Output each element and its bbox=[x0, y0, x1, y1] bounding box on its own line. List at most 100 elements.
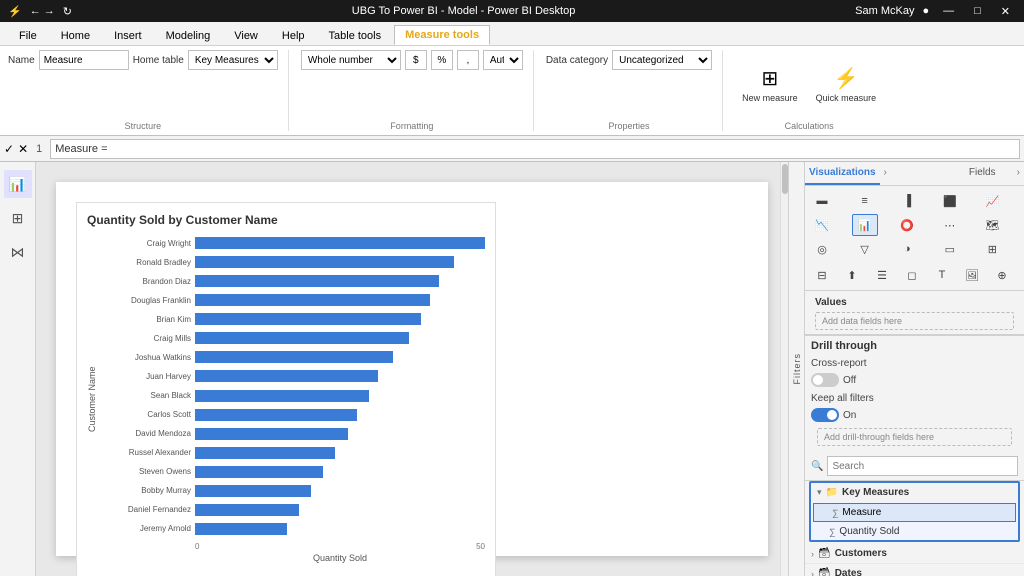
tab-view[interactable]: View bbox=[223, 26, 269, 45]
measure-item[interactable]: ∑ Measure bbox=[813, 503, 1016, 522]
bar-label: Craig Mills bbox=[101, 334, 191, 343]
format-type-select[interactable]: Whole number bbox=[301, 50, 401, 70]
tab-visualizations[interactable]: Visualizations bbox=[805, 162, 880, 185]
home-table-select[interactable]: Key Measures bbox=[188, 50, 278, 70]
viz-bar-selected[interactable]: 📊 bbox=[852, 214, 878, 236]
viz-area[interactable]: 📉 bbox=[809, 214, 835, 236]
comma-btn[interactable]: , bbox=[457, 50, 479, 70]
viz-stacked-bar[interactable]: ▬ bbox=[809, 190, 835, 212]
data-category-select[interactable]: Uncategorized bbox=[612, 50, 712, 70]
viz-image[interactable]: 🖼 bbox=[959, 264, 985, 286]
tab-table-tools[interactable]: Table tools bbox=[318, 26, 393, 45]
formula-checkmark[interactable]: ✓ bbox=[4, 142, 14, 156]
viz-donut[interactable]: ◎ bbox=[809, 238, 835, 260]
structure-controls: Name Home table Key Measures bbox=[8, 50, 278, 72]
viz-line[interactable]: 📈 bbox=[979, 190, 1005, 212]
bar-fill bbox=[195, 390, 369, 402]
nav-data-icon[interactable]: ⊞ bbox=[4, 204, 32, 232]
formatting-label: Formatting bbox=[301, 119, 523, 131]
dates-db-icon: 🗃 bbox=[818, 568, 831, 576]
chart-plot: Craig WrightRonald BradleyBrandon DiazDo… bbox=[101, 235, 485, 538]
bar-fill bbox=[195, 275, 439, 287]
tab-help[interactable]: Help bbox=[271, 26, 316, 45]
quantity-sold-item[interactable]: ∑ Quantity Sold bbox=[811, 523, 1018, 540]
canvas-scrollbar[interactable] bbox=[780, 162, 788, 576]
tab-measure-tools[interactable]: Measure tools bbox=[394, 25, 490, 45]
measure-name: Measure bbox=[842, 507, 881, 518]
formula-cross[interactable]: ✕ bbox=[18, 142, 28, 156]
decimal-select[interactable]: Auto bbox=[483, 50, 523, 70]
bar-bg bbox=[195, 256, 485, 268]
formula-input[interactable] bbox=[50, 139, 1020, 159]
keep-filters-label: Keep all filters bbox=[811, 393, 1018, 404]
name-input[interactable] bbox=[39, 50, 129, 70]
tab-modeling[interactable]: Modeling bbox=[155, 26, 222, 45]
viz-text[interactable]: T bbox=[929, 264, 955, 286]
nav-model-icon[interactable]: ⋈ bbox=[4, 238, 32, 266]
bar-label: Juan Harvey bbox=[101, 372, 191, 381]
fields-search-input[interactable] bbox=[827, 456, 1018, 476]
values-drop-zone[interactable]: Add data fields here bbox=[815, 312, 1014, 330]
viz-funnel[interactable]: ▽ bbox=[852, 238, 878, 260]
tab-home[interactable]: Home bbox=[50, 26, 101, 45]
tab-fields-label[interactable]: Fields bbox=[952, 162, 1013, 185]
bar-row: Brandon Diaz bbox=[101, 273, 485, 289]
ribbon-group-properties: Data category Uncategorized Properties bbox=[546, 50, 723, 131]
viz-gauge[interactable]: ◑ bbox=[894, 238, 920, 260]
fields-tab-arrow[interactable]: › bbox=[1013, 162, 1024, 185]
viz-clustered-col[interactable]: ⬛ bbox=[937, 190, 963, 212]
viz-shape[interactable]: ◻ bbox=[899, 264, 925, 286]
cross-report-toggle[interactable] bbox=[811, 373, 839, 387]
viz-pie[interactable]: ⭕ bbox=[894, 214, 920, 236]
quick-measure-label: Quick measure bbox=[816, 93, 877, 103]
bar-fill bbox=[195, 447, 335, 459]
chart-container[interactable]: Quantity Sold by Customer Name Customer … bbox=[76, 202, 496, 576]
viz-custom[interactable]: ⊕ bbox=[989, 264, 1015, 286]
keep-filters-state: On bbox=[843, 410, 856, 421]
viz-clustered-bar[interactable]: ≡ bbox=[852, 190, 878, 212]
bar-fill bbox=[195, 466, 323, 478]
customers-header[interactable]: › 🗃 Customers bbox=[805, 544, 1024, 563]
viz-scatter[interactable]: ⋯ bbox=[937, 214, 963, 236]
bar-label: Jeremy Arnold bbox=[101, 524, 191, 533]
close-btn[interactable]: ✕ bbox=[995, 5, 1016, 18]
bar-fill bbox=[195, 256, 454, 268]
tab-insert[interactable]: Insert bbox=[103, 26, 153, 45]
new-measure-label: New measure bbox=[742, 93, 798, 103]
viz-slicer[interactable]: ☰ bbox=[869, 264, 895, 286]
bar-label: Brian Kim bbox=[101, 315, 191, 324]
bar-fill bbox=[195, 313, 421, 325]
window-controls-left[interactable]: ← → bbox=[30, 5, 55, 17]
viz-tab-arrow[interactable]: › bbox=[880, 162, 891, 185]
viz-card[interactable]: ▭ bbox=[937, 238, 963, 260]
key-measures-header[interactable]: ▾ 📁 Key Measures bbox=[811, 483, 1018, 502]
left-nav: 📊 ⊞ ⋈ bbox=[0, 162, 36, 576]
maximize-btn[interactable]: □ bbox=[968, 5, 987, 17]
window-title: UBG To Power BI - Model - Power BI Deskt… bbox=[72, 5, 855, 17]
scrollbar-thumb[interactable] bbox=[782, 164, 788, 194]
viz-kpi[interactable]: ⬆ bbox=[839, 264, 865, 286]
viz-stacked-col[interactable]: ▐ bbox=[894, 190, 920, 212]
drillthrough-drop-zone[interactable]: Add drill-through fields here bbox=[817, 428, 1012, 446]
nav-report-icon[interactable]: 📊 bbox=[4, 170, 32, 198]
tab-file[interactable]: File bbox=[8, 26, 48, 45]
filters-sidebar[interactable]: Filters bbox=[788, 162, 804, 576]
keep-filters-toggle[interactable] bbox=[811, 408, 839, 422]
new-measure-icon: ⊞ bbox=[761, 66, 778, 91]
viz-map[interactable]: 🗺 bbox=[979, 214, 1005, 236]
refresh-btn[interactable]: ↻ bbox=[63, 5, 72, 18]
viz-matrix[interactable]: ⊟ bbox=[809, 264, 835, 286]
dates-header[interactable]: › 🗃 Dates bbox=[805, 564, 1024, 576]
viz-table[interactable]: ⊞ bbox=[979, 238, 1005, 260]
new-measure-btn[interactable]: ⊞ New measure bbox=[735, 50, 805, 118]
bar-label: Carlos Scott bbox=[101, 410, 191, 419]
minimize-btn[interactable]: — bbox=[937, 5, 960, 17]
format-type-row: Whole number bbox=[301, 50, 401, 70]
viz-panel: ▬ ≡ ▐ ⬛ 📈 📉 📊 ⭕ ⋯ 🗺 ◎ ▽ ◑ ▭ ⊞ ⊟ ⬆ ☰ ◻ bbox=[805, 186, 1024, 291]
y-axis-label: Customer Name bbox=[87, 235, 97, 563]
bar-bg bbox=[195, 370, 485, 382]
home-table-label: Home table bbox=[133, 55, 184, 66]
quick-measure-btn[interactable]: ⚡ Quick measure bbox=[809, 50, 884, 118]
dollar-btn[interactable]: $ bbox=[405, 50, 427, 70]
percent-btn[interactable]: % bbox=[431, 50, 453, 70]
